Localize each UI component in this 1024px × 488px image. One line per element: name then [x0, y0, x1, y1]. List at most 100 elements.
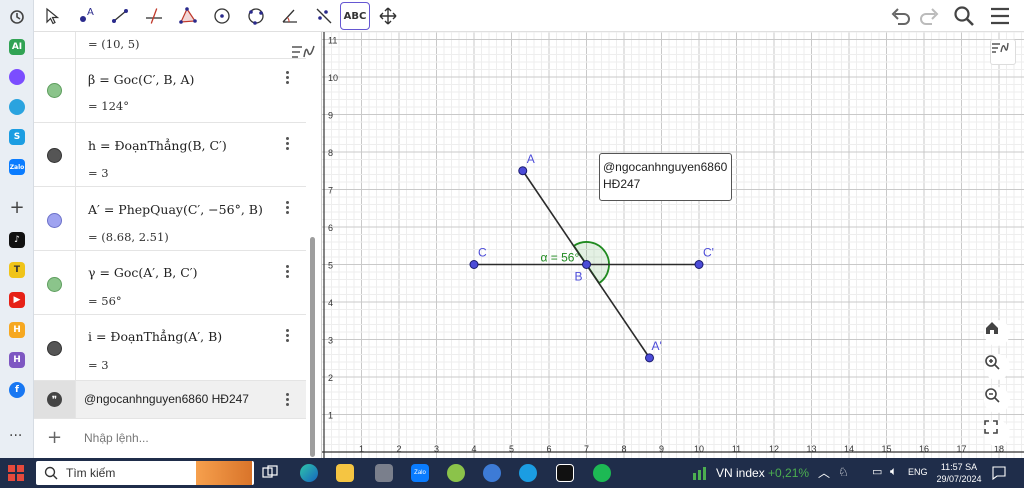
taskbar-search-box[interactable]: Tìm kiếm	[36, 461, 254, 485]
algebra-row-a-prime[interactable]: A′ = PhepQuay(C′, −56°, B) = (8.68, 2.51…	[34, 187, 306, 251]
spotify-icon[interactable]	[593, 464, 611, 482]
search-icon[interactable]	[953, 5, 975, 27]
visibility-toggle[interactable]	[47, 213, 62, 228]
zoom-out-button[interactable]	[984, 387, 1010, 413]
geogebra-taskbar-icon[interactable]	[447, 464, 465, 482]
capcut-icon[interactable]	[556, 464, 574, 482]
facebook-icon[interactable]: f	[9, 382, 25, 398]
redo-icon[interactable]	[918, 6, 940, 26]
algebra-row-gamma[interactable]: γ = Goc(A′, B, C′) = 56°	[34, 251, 306, 315]
algebra-row-i[interactable]: i = ĐoạnThẳng(A′, B) = 3	[34, 315, 306, 381]
volume-icon[interactable]: 🔈︎	[890, 464, 897, 479]
algebra-row-h[interactable]: h = ĐoạnThẳng(B, C′) = 3	[34, 123, 306, 187]
graphics-view[interactable]: 1 2 3 4 5 6 7 8 9 10 11 12 13 14 15 16 17 18 1 2 3 4 5 6 7 8 9 10 11…	[322, 32, 1024, 458]
algebra-row-top[interactable]: = (10, 5)	[34, 32, 306, 59]
style-bar-toggle[interactable]	[990, 39, 1016, 65]
messenger-icon[interactable]	[9, 69, 25, 85]
notification-icon[interactable]	[992, 466, 1006, 480]
item-value: = (8.68, 2.51)	[88, 230, 169, 244]
reflect-tool-button[interactable]	[310, 2, 338, 30]
network-icon[interactable]: ▭	[872, 465, 882, 478]
graphics-canvas[interactable]: 1 2 3 4 5 6 7 8 9 10 11 12 13 14 15 16 17 181234567891011…	[322, 32, 1024, 458]
input-bar[interactable]: + Nhập lệnh...	[34, 419, 306, 458]
algebra-row-text[interactable]: ❞ @ngocanhnguyen6860 HĐ247	[34, 381, 306, 419]
item-menu-icon[interactable]	[282, 393, 292, 406]
segment-tool-button[interactable]	[106, 2, 134, 30]
tiktok-icon[interactable]: ♪	[9, 232, 25, 248]
text-tool-button[interactable]: ABC	[340, 2, 370, 30]
undo-icon[interactable]	[890, 6, 912, 26]
item-menu-icon[interactable]	[282, 201, 292, 214]
coc-coc-icon[interactable]	[483, 464, 501, 482]
youtube-icon[interactable]: ▶	[9, 292, 25, 308]
input-placeholder[interactable]: Nhập lệnh...	[84, 431, 149, 445]
add-icon[interactable]: +	[47, 427, 62, 448]
text-item: @ngocanhnguyen6860 HĐ247	[84, 392, 249, 406]
row-marker: ❞	[34, 381, 76, 418]
language-indicator[interactable]: ENG	[908, 467, 928, 477]
store-icon[interactable]	[375, 464, 393, 482]
history-icon[interactable]	[8, 8, 26, 26]
x-tick-label: 11	[732, 444, 741, 454]
windows-start-icon[interactable]	[8, 465, 24, 481]
circle-three-points-tool-button[interactable]	[242, 2, 270, 30]
item-menu-icon[interactable]	[282, 71, 292, 84]
edge-icon[interactable]	[300, 464, 318, 482]
add-app-icon[interactable]: +	[9, 199, 25, 217]
item-menu-icon[interactable]	[282, 265, 292, 278]
move-graphics-tool-button[interactable]	[374, 2, 402, 30]
task-view-icon[interactable]	[262, 465, 278, 481]
x-tick-label: 17	[956, 444, 966, 454]
windows-taskbar: Tìm kiếm Zalo VN index +0,21% ︿ ♘ ▭ 🔈︎ E…	[0, 458, 1024, 488]
move-tool-button[interactable]	[38, 2, 66, 30]
fullscreen-button[interactable]	[984, 420, 1010, 446]
skype-taskbar-icon[interactable]	[519, 464, 537, 482]
menu-icon[interactable]	[989, 6, 1011, 26]
visibility-toggle[interactable]	[47, 148, 62, 163]
item-definition: γ = Goc(A′, B, C′)	[88, 265, 198, 280]
circle-tool-button[interactable]	[208, 2, 236, 30]
item-menu-icon[interactable]	[282, 137, 292, 150]
visibility-toggle[interactable]	[47, 277, 62, 292]
telegram-icon[interactable]	[9, 99, 25, 115]
zoom-in-button[interactable]	[984, 354, 1010, 380]
vpn-icon[interactable]: ♘	[838, 465, 849, 479]
text-object-box[interactable]: @ngocanhnguyen6860 HĐ247	[599, 153, 732, 201]
polygon-tool-button[interactable]	[174, 2, 202, 30]
visibility-toggle[interactable]	[47, 341, 62, 356]
algebra-row-beta[interactable]: β = Goc(C′, B, A) = 124°	[34, 59, 306, 123]
algebra-scrollbar[interactable]	[310, 237, 315, 457]
hoc-app-icon[interactable]: H	[9, 352, 25, 368]
home-view-button[interactable]	[984, 320, 1010, 346]
zalo-icon[interactable]: Zalo	[9, 159, 25, 175]
x-tick-label: 1	[359, 444, 364, 454]
hoc247-icon[interactable]: H	[9, 322, 25, 338]
tiger-decoration	[196, 461, 252, 485]
x-tick-label: 10	[694, 444, 704, 454]
zalo-taskbar-icon[interactable]: Zalo	[411, 464, 429, 482]
quote-icon: ❞	[47, 392, 62, 407]
visibility-toggle[interactable]	[47, 83, 62, 98]
point-c	[469, 260, 479, 269]
point-b	[582, 260, 591, 269]
skype-icon[interactable]: S	[9, 129, 25, 145]
point-tool-button[interactable]: A	[72, 2, 100, 30]
y-tick-label: 10	[328, 73, 338, 83]
perpendicular-tool-button[interactable]	[140, 2, 168, 30]
item-menu-icon[interactable]	[282, 329, 292, 342]
clock[interactable]: 11:57 SA 29/07/2024	[936, 461, 982, 485]
x-tick-label: 5	[509, 444, 514, 454]
point-icon: A	[80, 7, 94, 22]
tasks-icon[interactable]: T	[9, 262, 25, 278]
circle-center-point-icon	[214, 8, 230, 24]
file-explorer-icon[interactable]	[336, 464, 354, 482]
more-apps-icon[interactable]: ···	[9, 428, 22, 444]
move-arrows-icon	[379, 7, 397, 25]
point-label: C'	[703, 246, 714, 260]
x-tick-label: 7	[584, 444, 589, 454]
ai-app-icon[interactable]: AI	[9, 39, 25, 55]
x-tick-label: 13	[806, 444, 816, 454]
angle-tool-button[interactable]	[276, 2, 304, 30]
top-value: = (10, 5)	[88, 37, 140, 51]
tray-chevron-icon[interactable]: ︿	[818, 464, 830, 481]
